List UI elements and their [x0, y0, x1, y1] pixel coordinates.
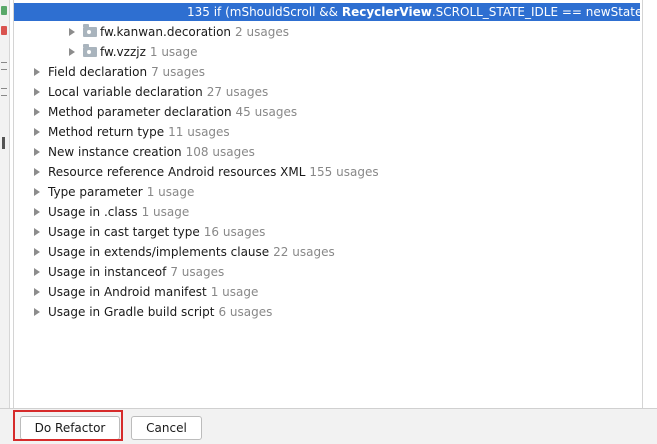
error-marker-icon[interactable]	[1, 26, 7, 35]
tree-group-row[interactable]: Resource reference Android resources XML…	[34, 162, 379, 182]
tree-group-row[interactable]: Usage in extends/implements clause 22 usa…	[34, 242, 335, 262]
package-label: fw.vzzjz	[100, 45, 146, 59]
expand-arrow-icon[interactable]	[69, 27, 75, 36]
bookmark-marker-icon[interactable]	[2, 137, 5, 149]
expand-arrow-icon[interactable]	[34, 167, 40, 176]
usage-count: 6 usages	[218, 305, 273, 319]
usage-count: 11 usages	[168, 125, 230, 139]
usage-count: 16 usages	[203, 225, 266, 239]
group-label: Usage in Gradle build script	[48, 305, 215, 319]
expand-arrow-icon[interactable]	[34, 107, 40, 116]
group-label: Local variable declaration	[48, 85, 203, 99]
usage-count: 1 usage	[146, 185, 195, 199]
group-label: Method parameter declaration	[48, 105, 232, 119]
refactoring-preview-window: 135 if (mShouldScroll && RecyclerView.SC…	[0, 0, 657, 444]
usage-count: 1 usage	[141, 205, 190, 219]
expand-arrow-icon[interactable]	[34, 187, 40, 196]
expand-arrow-icon[interactable]	[34, 207, 40, 216]
selected-code-line[interactable]: 135 if (mShouldScroll && RecyclerView.SC…	[14, 3, 640, 21]
cancel-button[interactable]: Cancel	[131, 416, 202, 440]
expand-arrow-icon[interactable]	[34, 307, 40, 316]
code-line-prefix: 135 if (mShouldScroll &&	[187, 5, 342, 19]
group-label: Usage in .class	[48, 205, 138, 219]
usage-count: 22 usages	[273, 245, 335, 259]
tree-group-row[interactable]: Method parameter declaration 45 usages	[34, 102, 297, 122]
group-label: Usage in Android manifest	[48, 285, 207, 299]
expand-arrow-icon[interactable]	[34, 267, 40, 276]
run-marker-icon[interactable]	[1, 6, 7, 15]
tree-group-row[interactable]: Usage in instanceof 7 usages	[34, 262, 224, 282]
usage-count: 7 usages	[151, 65, 205, 79]
usage-count: 7 usages	[170, 265, 225, 279]
usage-count: 108 usages	[185, 145, 255, 159]
tree-group-row[interactable]: Usage in Android manifest 1 usage	[34, 282, 258, 302]
group-label: Field declaration	[48, 65, 148, 79]
expand-arrow-icon[interactable]	[34, 247, 40, 256]
package-label: fw.kanwan.decoration	[100, 25, 232, 39]
tree-group-row[interactable]: Usage in cast target type 16 usages	[34, 222, 265, 242]
expand-arrow-icon[interactable]	[34, 87, 40, 96]
group-label: Usage in extends/implements clause	[48, 245, 270, 259]
tree-group-row[interactable]: New instance creation 108 usages	[34, 142, 255, 162]
tree-group-row[interactable]: Local variable declaration 27 usages	[34, 82, 268, 102]
package-folder-icon	[83, 43, 97, 57]
usage-count: 155 usages	[309, 165, 379, 179]
panel-divider	[642, 0, 643, 408]
code-line-suffix: .SCROLL_STATE_IDLE == newState) {	[431, 5, 640, 19]
tree-group-row[interactable]: Type parameter 1 usage	[34, 182, 194, 202]
group-label: Method return type	[48, 125, 165, 139]
usage-count: 1 usage	[149, 45, 198, 59]
fold-marker-icon[interactable]	[1, 88, 7, 96]
expand-arrow-icon[interactable]	[34, 67, 40, 76]
expand-arrow-icon[interactable]	[34, 127, 40, 136]
group-label: New instance creation	[48, 145, 182, 159]
usage-count: 27 usages	[206, 85, 269, 99]
tree-group-row[interactable]: Usage in Gradle build script 6 usages	[34, 302, 272, 322]
tree-package-row[interactable]: fw.kanwan.decoration 2 usages	[69, 22, 289, 42]
expand-arrow-icon[interactable]	[34, 227, 40, 236]
usage-count: 2 usages	[235, 25, 289, 39]
code-line-class-name: RecyclerView	[341, 5, 432, 19]
do-refactor-button[interactable]: Do Refactor	[20, 416, 120, 440]
tree-package-row[interactable]: fw.vzzjz 1 usage	[69, 42, 198, 62]
panel-divider	[13, 0, 14, 408]
tree-group-row[interactable]: Field declaration 7 usages	[34, 62, 205, 82]
tree-group-row[interactable]: Usage in .class 1 usage	[34, 202, 189, 222]
fold-marker-icon[interactable]	[1, 62, 7, 70]
editor-gutter	[0, 0, 10, 408]
expand-arrow-icon[interactable]	[69, 47, 75, 56]
group-label: Type parameter	[48, 185, 143, 199]
tree-group-row[interactable]: Method return type 11 usages	[34, 122, 230, 142]
group-label: Resource reference Android resources XML	[48, 165, 306, 179]
expand-arrow-icon[interactable]	[34, 287, 40, 296]
group-label: Usage in cast target type	[48, 225, 200, 239]
usage-count: 1 usage	[210, 285, 259, 299]
expand-arrow-icon[interactable]	[34, 147, 40, 156]
package-folder-icon	[83, 23, 97, 37]
group-label: Usage in instanceof	[48, 265, 167, 279]
usage-count: 45 usages	[235, 105, 298, 119]
